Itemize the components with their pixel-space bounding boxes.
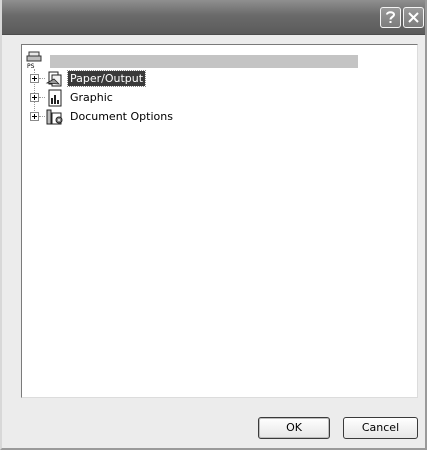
help-icon bbox=[386, 11, 396, 23]
ok-button[interactable]: OK bbox=[258, 417, 330, 439]
paper-output-icon bbox=[45, 71, 62, 87]
expand-icon[interactable] bbox=[30, 74, 39, 83]
tree-item-label[interactable]: Paper/Output bbox=[66, 70, 147, 87]
tree-item-graphic[interactable]: Graphic bbox=[30, 89, 230, 107]
help-button[interactable] bbox=[380, 7, 401, 28]
tree-item-label[interactable]: Document Options bbox=[68, 109, 175, 124]
graphic-icon bbox=[48, 89, 62, 107]
document-options-icon bbox=[46, 109, 63, 125]
printer-ps-icon: PS bbox=[26, 51, 42, 69]
title-bar[interactable] bbox=[2, 0, 425, 35]
expand-icon[interactable] bbox=[30, 112, 39, 121]
cancel-button[interactable]: Cancel bbox=[343, 417, 418, 439]
close-icon bbox=[408, 12, 419, 23]
tree-item-label[interactable]: Graphic bbox=[68, 90, 115, 105]
close-button[interactable] bbox=[403, 7, 424, 28]
expand-icon[interactable] bbox=[30, 93, 39, 102]
tree-root-label-highlight bbox=[50, 55, 358, 68]
tree-item-paper-output[interactable]: Paper/Output bbox=[30, 70, 230, 88]
advanced-options-dialog: PS Paper/Output Graphic Document Options… bbox=[0, 0, 427, 450]
tree-item-document-options[interactable]: Document Options bbox=[30, 108, 230, 126]
options-tree[interactable]: PS Paper/Output Graphic Document Options bbox=[21, 44, 418, 398]
